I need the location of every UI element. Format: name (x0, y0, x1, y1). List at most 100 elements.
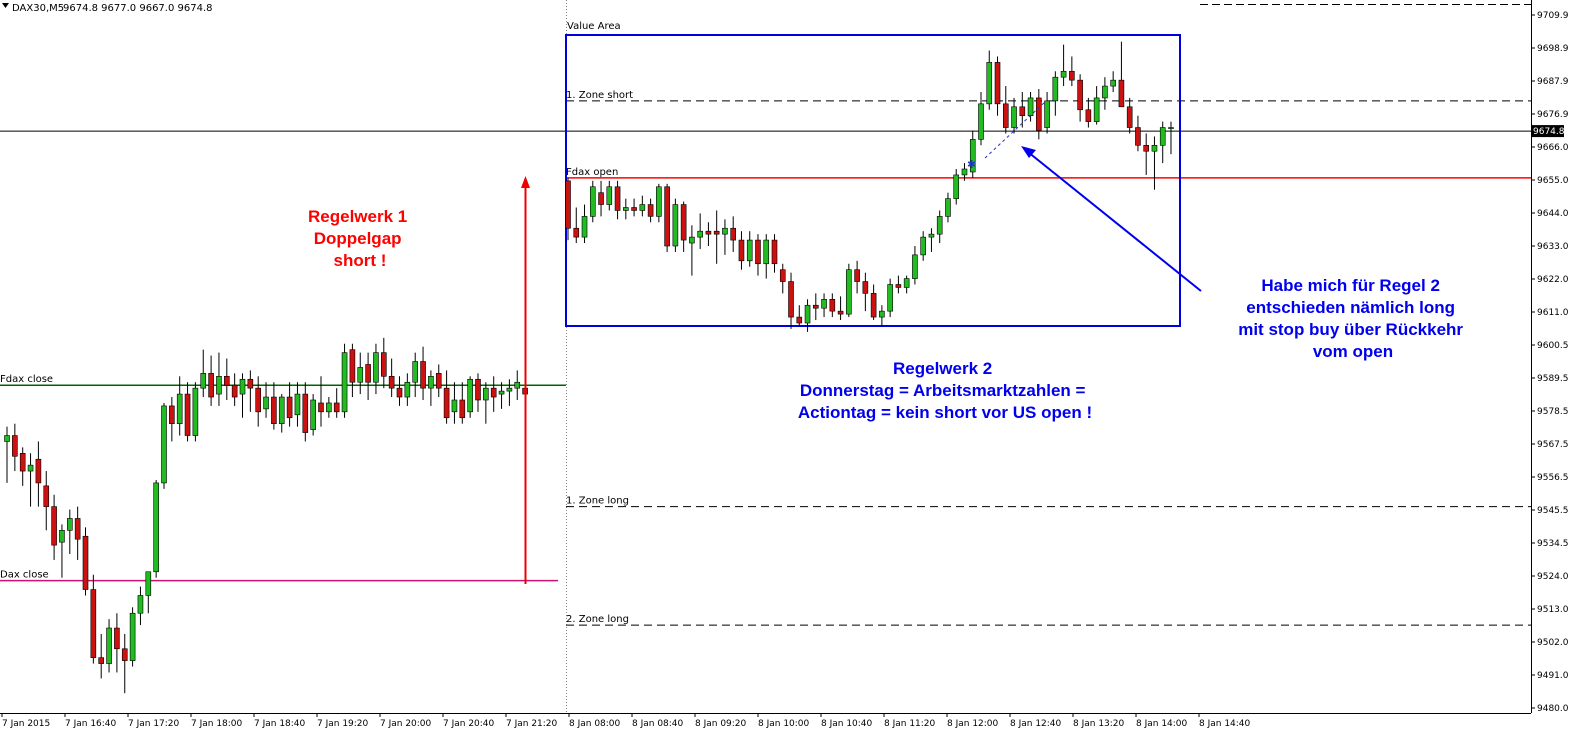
s1-candle-48 (380, 352, 387, 377)
x-tick-label-17: 8 Jan 13:20 (1073, 719, 1125, 729)
x-tick-label-9: 8 Jan 08:00 (569, 719, 621, 729)
x-tick-label-6: 7 Jan 20:00 (380, 719, 432, 729)
x-tick-label-12: 8 Jan 10:00 (758, 719, 810, 729)
x-tick-label-10: 8 Jan 08:40 (632, 719, 684, 729)
zone-long-2-label: 2. Zone long (566, 614, 629, 625)
s1-candle-45 (357, 367, 364, 383)
time-axis[interactable]: 7 Jan 2015 7 Jan 16:40 7 Jan 17:20 7 Jan 18… (1, 713, 1251, 729)
y-tick-label-16: 9534.5 (1537, 539, 1569, 549)
s1-candle-63 (498, 390, 505, 395)
s2-candle-21 (738, 239, 745, 262)
s1-candle-9 (74, 518, 81, 540)
s2-candle-56 (1027, 97, 1034, 116)
s2-candle-45 (936, 216, 943, 235)
s1-candle-15 (121, 648, 128, 661)
s1-candle-37 (294, 393, 301, 416)
x-tick-label-15: 8 Jan 12:00 (947, 719, 999, 729)
fdax-open-label: Fdax open (566, 167, 618, 178)
s1-candle-6 (51, 506, 57, 546)
x-tick-label-19: 8 Jan 14:40 (1199, 719, 1251, 729)
s1-candle-57 (451, 399, 458, 413)
s1-candle-7 (59, 530, 65, 543)
s2-candle-43 (920, 236, 926, 256)
s1-candle-60 (475, 378, 481, 401)
value-area-box[interactable] (565, 34, 1181, 327)
s2-candle-11 (656, 186, 662, 217)
y-tick-label-1: 9698.9 (1537, 44, 1569, 54)
regel2-note-line2: entschieden nämlich long (1246, 298, 1455, 317)
s1-candle-24 (192, 387, 199, 436)
x-tick-label-5: 7 Jan 19:20 (317, 719, 369, 729)
s1-candle-16 (129, 612, 136, 661)
s1-candle-56 (443, 387, 450, 419)
price-chart-svg[interactable]: DAX30,M5 9674.8 9677.0 9667.0 9674.8 Val… (0, 0, 1593, 744)
s2-candle-6 (614, 186, 621, 211)
y-tick-label-18: 9513.0 (1537, 605, 1569, 615)
y-tick-label-11: 9589.5 (1537, 374, 1569, 384)
ohlc-readout: 9674.8 9677.0 9667.0 9674.8 (63, 3, 213, 14)
s2-candle-23 (755, 239, 761, 265)
price-axis[interactable]: 9709.9 9698.9 9687.9 9676.9 9666.0 9655.0 9644… (1531, 11, 1569, 714)
s1-candle-44 (349, 349, 356, 383)
s1-candle-31 (247, 378, 254, 389)
y-tick-label-5: 9655.0 (1537, 176, 1569, 186)
s2-candle-54 (1011, 106, 1017, 128)
x-tick-label-3: 7 Jan 18:00 (191, 719, 243, 729)
symbol-arrow-icon (2, 3, 9, 8)
trading-chart[interactable]: DAX30,M5 9674.8 9677.0 9667.0 9674.8 Val… (0, 0, 1593, 744)
y-tick-label-14: 9556.5 (1537, 473, 1569, 483)
s1-candle-0 (4, 435, 10, 442)
s2-candle-64 (1093, 97, 1100, 122)
s1-candle-18 (145, 571, 152, 596)
s2-candle-22 (746, 239, 753, 262)
x-tick-label-16: 8 Jan 12:40 (1010, 719, 1062, 729)
s2-candle-12 (664, 186, 670, 247)
s1-candle-61 (483, 387, 489, 401)
s2-candle-14 (680, 204, 687, 241)
s2-candle-18 (713, 230, 720, 235)
s1-candle-39 (310, 399, 316, 430)
s1-candle-35 (278, 396, 285, 424)
y-tick-label-12: 9578.5 (1537, 407, 1569, 417)
s1-candle-4 (35, 458, 42, 484)
s2-candle-70 (1143, 145, 1149, 152)
s2-candle-73 (1168, 127, 1174, 129)
x-tick-label-11: 8 Jan 09:20 (695, 719, 747, 729)
regelwerk2-annotation: Regelwerk 2 Donnerstag = Arbeitsmarktzah… (798, 359, 1092, 422)
s2-candle-34 (846, 269, 852, 315)
s2-candle-32 (829, 299, 836, 312)
s1-candle-22 (176, 393, 183, 424)
x-tick-label-7: 7 Jan 20:40 (443, 719, 495, 729)
s1-candle-49 (388, 376, 395, 389)
s2-candle-47 (953, 174, 960, 199)
s1-candle-10 (82, 535, 89, 590)
x-tick-label-4: 7 Jan 18:40 (254, 719, 306, 729)
y-tick-label-6: 9644.0 (1537, 209, 1569, 219)
regelwerk2-line3: Actiontag = kein short vor US open ! (798, 403, 1092, 422)
s1-candle-59 (467, 378, 473, 413)
regelwerk2-line1: Regelwerk 2 (893, 359, 992, 378)
s2-candle-20 (730, 227, 737, 241)
s2-candle-19 (722, 227, 728, 235)
s2-candle-57 (1036, 97, 1042, 131)
s1-candle-36 (286, 396, 293, 419)
s2-candle-8 (631, 207, 637, 211)
s2-candle-65 (1102, 85, 1108, 99)
s2-candle-24 (763, 239, 770, 265)
zone-long-1-label: 1. Zone long (566, 496, 629, 507)
zone-short-1-label: 1. Zone short (566, 90, 633, 101)
s2-candle-50 (978, 103, 984, 140)
blue-arrow-shaft (1027, 151, 1202, 292)
s2-candle-25 (771, 239, 778, 265)
s1-candle-52 (412, 361, 419, 383)
s1-candle-43 (341, 352, 348, 413)
s2-candle-15 (689, 236, 695, 244)
x-tick-label-0: 7 Jan 2015 (2, 719, 50, 729)
s2-candle-44 (928, 233, 935, 238)
s1-candle-17 (137, 595, 144, 614)
s2-candle-55 (1019, 106, 1026, 116)
s2-candle-5 (606, 186, 613, 205)
s2-candle-37 (870, 293, 877, 318)
s2-candle-1 (573, 227, 580, 238)
x-tick-label-2: 7 Jan 17:20 (128, 719, 180, 729)
